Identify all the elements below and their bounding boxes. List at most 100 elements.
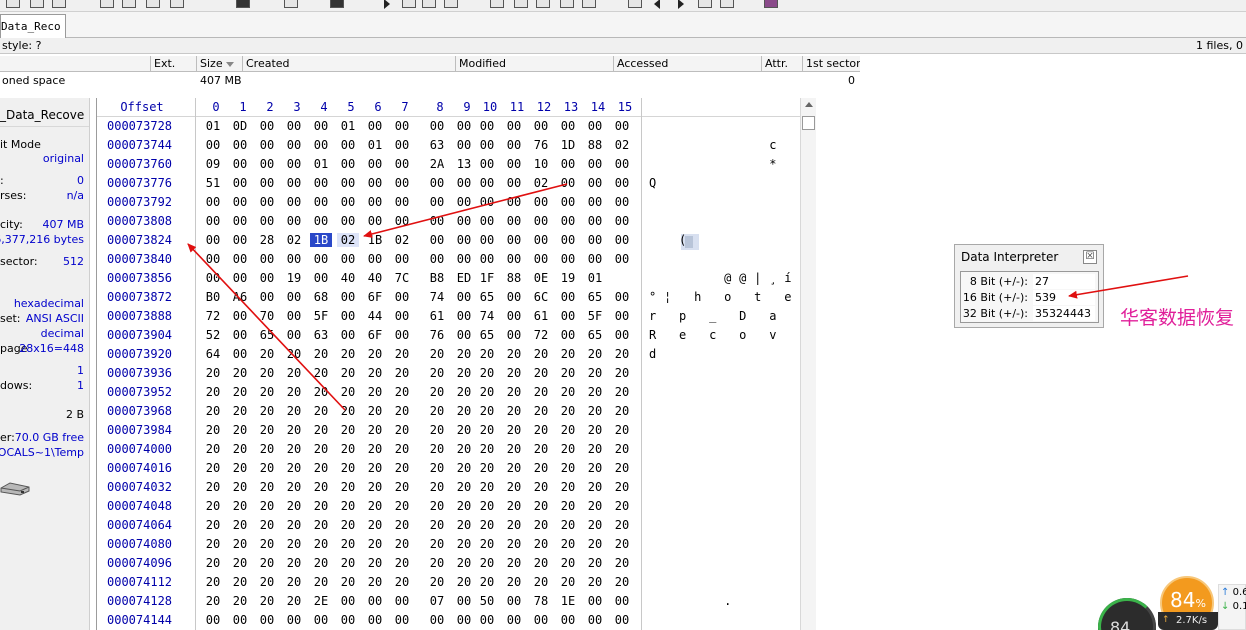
paste-icon[interactable] xyxy=(146,0,160,8)
undo-icon[interactable] xyxy=(100,0,114,8)
hex-byte[interactable]: 00 xyxy=(503,176,525,190)
hex-byte[interactable]: 20 xyxy=(557,556,579,570)
hex-byte[interactable]: 20 xyxy=(364,537,386,551)
hex-byte[interactable]: 20 xyxy=(584,461,606,475)
hex-byte[interactable]: 20 xyxy=(426,461,448,475)
hex-byte[interactable]: 50 xyxy=(476,594,498,608)
hex-byte[interactable]: 20 xyxy=(503,575,525,589)
hex-byte[interactable]: 00 xyxy=(453,195,475,209)
hex-byte[interactable]: 0E xyxy=(530,271,552,285)
hex-byte[interactable]: 1F xyxy=(476,271,498,285)
hex-byte[interactable]: 00 xyxy=(611,290,633,304)
col-created[interactable]: Created xyxy=(242,56,455,72)
hex-byte[interactable]: 20 xyxy=(310,442,332,456)
hex-byte[interactable]: 00 xyxy=(202,271,224,285)
hex-byte[interactable]: 00 xyxy=(476,176,498,190)
hex-byte[interactable]: 00 xyxy=(584,233,606,247)
ascii-text[interactable]: . P x xyxy=(649,594,813,608)
hex-byte[interactable]: 20 xyxy=(256,594,278,608)
hex-byte[interactable]: 20 xyxy=(476,404,498,418)
calculator-icon[interactable] xyxy=(560,0,574,8)
hex-byte[interactable]: 63 xyxy=(426,138,448,152)
hex-byte[interactable]: 20 xyxy=(283,575,305,589)
hex-byte[interactable]: 00 xyxy=(453,252,475,266)
hex-row[interactable]: 000073888 72 00 70 00 5F 00 44 00 61 00 74 00 61 00 5F 0… xyxy=(97,308,813,327)
back-arrow-icon[interactable] xyxy=(384,0,390,9)
hex-byte[interactable]: 20 xyxy=(337,537,359,551)
hex-byte[interactable]: 20 xyxy=(391,404,413,418)
hex-byte[interactable]: 20 xyxy=(391,366,413,380)
hex-byte[interactable]: 00 xyxy=(391,176,413,190)
hex-byte[interactable]: 65 xyxy=(584,290,606,304)
hex-byte[interactable]: 20 xyxy=(611,480,633,494)
hex-byte[interactable]: 20 xyxy=(584,499,606,513)
hex-byte[interactable]: 20 xyxy=(453,385,475,399)
hex-byte[interactable]: 20 xyxy=(337,518,359,532)
hex-byte[interactable]: 20 xyxy=(256,423,278,437)
hex-byte[interactable]: 20 xyxy=(476,366,498,380)
hex-byte[interactable]: 20 xyxy=(584,480,606,494)
hex-byte[interactable]: 00 xyxy=(426,613,448,627)
hex-byte[interactable]: 20 xyxy=(611,461,633,475)
hex-byte[interactable]: 65 xyxy=(476,290,498,304)
hex-byte[interactable]: 00 xyxy=(584,119,606,133)
hex-byte[interactable]: 00 xyxy=(256,176,278,190)
hex-row[interactable]: 000073824 00 00 28 02 1B 02 1B 02 00 00 00 00 00 00 00 0… xyxy=(97,232,813,251)
hex-byte[interactable]: 20 xyxy=(202,556,224,570)
hex-scrollbar[interactable] xyxy=(800,98,816,630)
hex-byte[interactable]: 20 xyxy=(530,556,552,570)
ascii-text[interactable]: ( xyxy=(649,233,694,247)
hex-byte[interactable]: 00 xyxy=(611,252,633,266)
hex-byte[interactable]: 20 xyxy=(337,404,359,418)
hex-byte[interactable]: 00 xyxy=(364,157,386,171)
hex-byte[interactable]: 00 xyxy=(283,119,305,133)
hex-byte[interactable]: 20 xyxy=(453,499,475,513)
hex-byte[interactable]: 00 xyxy=(503,328,525,342)
hex-byte[interactable]: 20 xyxy=(283,366,305,380)
hex-byte[interactable]: 20 xyxy=(310,404,332,418)
hex-byte[interactable]: 20 xyxy=(476,575,498,589)
hex-byte[interactable]: 09 xyxy=(202,157,224,171)
hex-byte[interactable]: 00 xyxy=(530,119,552,133)
hex-byte[interactable]: 00 xyxy=(283,290,305,304)
hex-byte[interactable]: 20 xyxy=(256,385,278,399)
hex-byte[interactable]: 20 xyxy=(337,366,359,380)
hex-byte[interactable]: 00 xyxy=(310,214,332,228)
hex-byte[interactable]: 00 xyxy=(283,328,305,342)
hex-byte[interactable]: 20 xyxy=(611,575,633,589)
search-hex-icon[interactable] xyxy=(330,0,344,8)
hex-byte[interactable]: 02 xyxy=(391,233,413,247)
hex-byte[interactable]: 20 xyxy=(229,537,251,551)
hex-byte[interactable]: 00 xyxy=(453,176,475,190)
hex-byte[interactable]: 20 xyxy=(584,575,606,589)
hex-byte[interactable]: 20 xyxy=(453,423,475,437)
hex-byte[interactable]: 20 xyxy=(503,385,525,399)
hex-byte[interactable]: 00 xyxy=(557,214,579,228)
hex-byte[interactable]: 20 xyxy=(476,556,498,570)
hex-byte[interactable]: 00 xyxy=(584,214,606,228)
ascii-text[interactable]: c v ▌ xyxy=(649,138,813,152)
hex-byte[interactable]: 00 xyxy=(503,195,525,209)
hex-byte[interactable]: 20 xyxy=(283,556,305,570)
scroll-up-icon[interactable] xyxy=(805,102,813,107)
hex-byte[interactable]: 74 xyxy=(426,290,448,304)
hex-byte[interactable]: 20 xyxy=(530,442,552,456)
hex-byte[interactable]: 20 xyxy=(337,556,359,570)
hex-byte[interactable]: 20 xyxy=(310,423,332,437)
hex-byte[interactable]: 00 xyxy=(557,176,579,190)
image-icon[interactable] xyxy=(628,0,642,8)
hex-byte[interactable]: 00 xyxy=(283,176,305,190)
hex-byte[interactable]: 20 xyxy=(391,461,413,475)
col-size[interactable]: Size xyxy=(196,56,242,72)
hex-byte[interactable]: 40 xyxy=(337,271,359,285)
hex-byte[interactable]: 20 xyxy=(530,461,552,475)
hex-byte[interactable]: 20 xyxy=(283,347,305,361)
hex-byte[interactable]: 00 xyxy=(364,119,386,133)
hex-byte[interactable]: 20 xyxy=(611,537,633,551)
hex-byte[interactable]: 00 xyxy=(364,195,386,209)
hex-byte[interactable]: 00 xyxy=(426,214,448,228)
hex-row[interactable]: 000073920 64 00 20 20 20 20 20 20 20 20 20 20 20 20 20 2… xyxy=(97,346,813,365)
hex-byte[interactable]: 00 xyxy=(391,613,413,627)
hex-byte[interactable]: 00 xyxy=(229,309,251,323)
hex-byte[interactable]: 00 xyxy=(453,328,475,342)
